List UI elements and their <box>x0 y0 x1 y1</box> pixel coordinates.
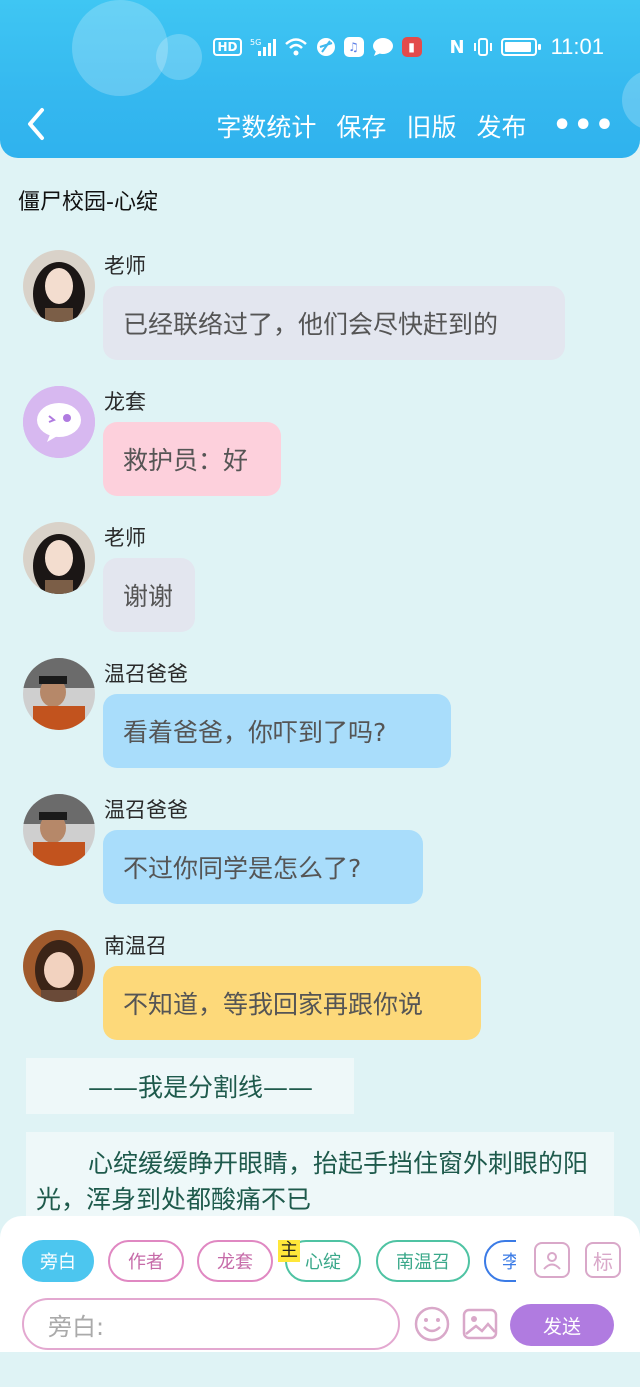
role-chip-narrator[interactable]: 旁白 <box>22 1240 94 1282</box>
message-bubble[interactable]: 看着爸爸，你吓到了吗? <box>103 694 451 768</box>
message-icon <box>372 37 394 57</box>
composer-panel: 旁白 作者 龙套 心绽 主 南温召 李 标 旁白: 发送 <box>0 1216 640 1352</box>
publish-button[interactable]: 发布 <box>476 108 526 144</box>
message-bubble[interactable]: 救护员：好 <box>103 422 281 496</box>
input-placeholder: 旁白: <box>48 1312 105 1341</box>
narration-text: ——我是分割线—— <box>88 1073 314 1102</box>
person-icon <box>543 1252 561 1270</box>
avatar-wenzhao-father[interactable] <box>23 794 95 866</box>
old-version-button[interactable]: 旧版 <box>406 108 456 144</box>
wifi-icon <box>284 37 308 57</box>
sender-name: 老师 <box>104 526 146 550</box>
decorative-bubble <box>156 34 202 80</box>
narration-divider[interactable]: ——我是分割线—— <box>26 1058 354 1114</box>
role-chip-author[interactable]: 作者 <box>108 1240 184 1282</box>
music-app-icon: ♫ <box>343 37 364 57</box>
sender-name: 老师 <box>104 254 146 278</box>
role-chip-label: 心绽 <box>305 1252 341 1273</box>
word-count-button[interactable]: 字数统计 <box>216 108 316 144</box>
back-button[interactable] <box>22 104 52 144</box>
toolbar: 字数统计 保存 旧版 发布 ••• <box>216 108 616 144</box>
image-icon[interactable] <box>462 1306 498 1342</box>
clock: 11:01 <box>550 34 604 59</box>
role-selector: 旁白 作者 龙套 心绽 主 南温召 李 <box>22 1240 516 1284</box>
hd-icon: HD <box>213 38 242 56</box>
svg-text:5G: 5G <box>250 38 261 47</box>
main-role-badge: 主 <box>278 1240 300 1262</box>
message-input[interactable]: 旁白: <box>22 1298 400 1350</box>
message-bubble[interactable]: 不知道，等我回家再跟你说 <box>103 966 481 1040</box>
chevron-left-icon <box>28 108 44 140</box>
role-chip-nan-wenzhao[interactable]: 南温召 <box>376 1240 470 1282</box>
bottom-edge <box>0 1352 640 1387</box>
sender-name: 龙套 <box>104 390 146 414</box>
story-title: 僵尸校园-心绽 <box>18 190 158 215</box>
nfc-icon: N <box>449 36 465 58</box>
message-bubble[interactable]: 已经联络过了，他们会尽快赶到的 <box>103 286 565 360</box>
more-icon[interactable]: ••• <box>552 111 616 141</box>
message-bubble[interactable]: 谢谢 <box>103 558 195 632</box>
avatar-teacher[interactable] <box>23 522 95 594</box>
role-chip-label: 作者 <box>128 1252 164 1273</box>
narration-text: 心绽缓缓睁开眼睛，抬起手挡住窗外刺眼的阳光，浑身到处都酸痛不已 <box>36 1149 589 1214</box>
sender-name: 温召爸爸 <box>104 662 188 686</box>
battery-icon <box>500 38 541 56</box>
decorative-bubble <box>622 70 640 130</box>
role-chip-label: 旁白 <box>40 1252 76 1273</box>
role-chip-label: 南温召 <box>396 1252 450 1273</box>
save-button[interactable]: 保存 <box>336 108 386 144</box>
avatar-nan-wenzhao[interactable] <box>23 930 95 1002</box>
role-chip-label: 李 <box>502 1252 516 1273</box>
book-app-icon: ▮ <box>401 37 422 57</box>
browser-icon <box>316 37 336 57</box>
mark-icon: 标 <box>593 1249 613 1274</box>
sender-name: 南温召 <box>104 934 167 958</box>
mark-button[interactable]: 标 <box>585 1242 621 1278</box>
add-character-button[interactable] <box>534 1242 570 1278</box>
avatar-teacher[interactable] <box>23 250 95 322</box>
chat-bubble-icon <box>23 386 95 458</box>
send-label: 发送 <box>542 1315 581 1338</box>
avatar-extra[interactable] <box>23 386 95 458</box>
role-chip-extra[interactable]: 龙套 <box>197 1240 273 1282</box>
vibrate-icon <box>473 37 493 57</box>
avatar-wenzhao-father[interactable] <box>23 658 95 730</box>
narration-block[interactable]: 心绽缓缓睁开眼睛，抬起手挡住窗外刺眼的阳光，浑身到处都酸痛不已 <box>26 1132 614 1218</box>
role-chip-label: 龙套 <box>217 1252 253 1273</box>
signal-icon: 5G <box>250 37 276 57</box>
sender-name: 温召爸爸 <box>104 798 188 822</box>
emoji-icon[interactable] <box>414 1306 450 1342</box>
decorative-bubble <box>72 0 168 96</box>
role-chip-li[interactable]: 李 <box>484 1240 516 1282</box>
send-button[interactable]: 发送 <box>510 1304 614 1346</box>
message-bubble[interactable]: 不过你同学是怎么了? <box>103 830 423 904</box>
top-header: HD 5G ♫ ▮ N 11:01 字数统计 保存 旧版 发布 ••• <box>0 0 640 158</box>
status-bar: HD 5G ♫ ▮ N 11:01 <box>213 34 604 60</box>
